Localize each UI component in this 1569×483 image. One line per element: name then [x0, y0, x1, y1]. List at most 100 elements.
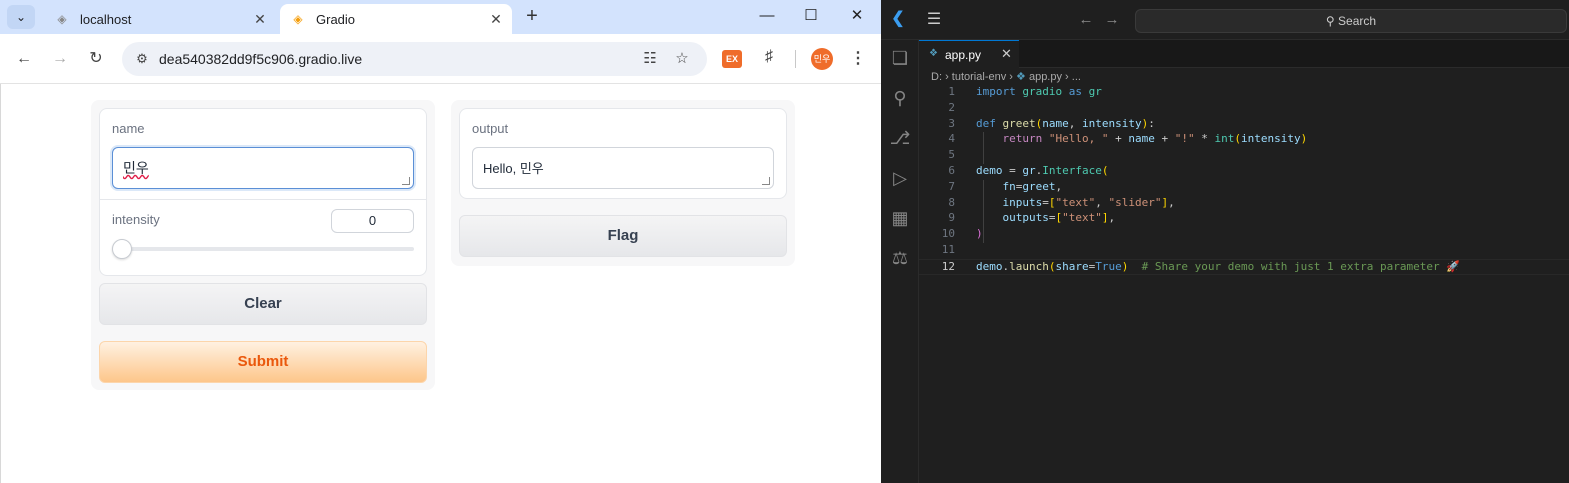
hamburger-menu-icon[interactable]: ☰ [925, 11, 943, 29]
intensity-label: intensity [112, 212, 160, 227]
extension-ex-icon[interactable]: EX [722, 50, 742, 68]
browser-toolbar: ← → ↻ ⚙ dea540382dd9f5c906.gradio.live ☷… [0, 34, 881, 84]
line-number: 8 [948, 195, 955, 209]
new-tab-button[interactable]: + [520, 6, 544, 28]
line-number: 3 [948, 116, 955, 130]
tab-search-button[interactable]: ⌄ [7, 5, 35, 29]
address-bar[interactable]: ⚙ dea540382dd9f5c906.gradio.live ☷ ☆ [122, 42, 707, 76]
submit-button[interactable]: Submit [99, 341, 427, 383]
explorer-icon[interactable]: ❏ [888, 46, 912, 70]
name-input[interactable]: 민우 [112, 147, 414, 189]
tab-app-py[interactable]: ❖ app.py ✕ [919, 40, 1019, 68]
output-label: output [472, 121, 509, 136]
breadcrumb-item[interactable]: tutorial-env [952, 71, 1006, 83]
gradio-favicon-icon: ◈ [57, 12, 67, 26]
menu-kebab-icon[interactable]: ⋮ [848, 48, 868, 70]
site-settings-icon[interactable]: ⚙ [134, 51, 150, 67]
reload-button[interactable]: ↻ [84, 47, 108, 71]
testing-flask-icon[interactable]: ⚖ [888, 246, 912, 270]
code-line[interactable]: 2 [919, 101, 1569, 117]
code-line[interactable]: 6 demo = gr.Interface( [919, 164, 1569, 180]
indent-guide [983, 179, 984, 243]
code-text: def greet(name, intensity): [976, 116, 1155, 130]
profile-avatar[interactable]: 민우 [811, 48, 833, 70]
outputs-column: output Hello, 민우 Flag [451, 100, 795, 266]
run-debug-icon[interactable]: ▷ [888, 166, 912, 190]
line-number: 11 [941, 243, 955, 256]
breadcrumb-item[interactable]: app.py [1029, 71, 1062, 83]
chevron-down-icon: ⌄ [15, 10, 27, 24]
browser-window: ⌄ ◈ localhost ✕ ◈ Gradio ✕ + — ☐ ✕ ← → ↻… [0, 0, 881, 483]
chevron-right-icon: › [1009, 71, 1017, 83]
breadcrumb-item[interactable]: ... [1072, 71, 1081, 83]
code-line[interactable]: 9 outputs=["text"], [919, 211, 1569, 227]
window-close-button[interactable]: ✕ [837, 4, 877, 28]
line-number: 9 [948, 211, 955, 225]
code-text: demo = gr.Interface( [976, 164, 1109, 177]
code-text: demo.launch(share=True) # Share your dem… [976, 259, 1460, 273]
code-line[interactable]: 12 demo.launch(share=True) # Share your d… [919, 258, 1569, 275]
indent-guide [983, 132, 984, 164]
python-file-icon: ❖ [1016, 71, 1026, 83]
tab-title: Gradio [316, 11, 356, 27]
intensity-number-input[interactable]: 0 [331, 209, 414, 233]
inputs-column: name 민우 intensity 0 Clear Submit [91, 100, 435, 390]
tab-strip: ⌄ ◈ localhost ✕ ◈ Gradio ✕ + — ☐ ✕ [0, 0, 881, 34]
search-icon[interactable]: ⚲ [888, 86, 912, 110]
back-button[interactable]: ← [12, 47, 36, 71]
code-line[interactable]: 5 [919, 148, 1569, 164]
close-icon[interactable]: ✕ [486, 11, 506, 28]
line-number: 1 [948, 85, 955, 98]
code-line[interactable]: 11 [919, 243, 1569, 259]
tab-localhost[interactable]: ◈ localhost ✕ [44, 4, 276, 34]
line-number: 7 [948, 179, 955, 193]
extensions-icon[interactable]: ▦ [888, 206, 912, 230]
source-control-icon[interactable]: ⎇ [888, 126, 912, 150]
command-center-search[interactable]: ⚲ Search [1135, 9, 1567, 33]
code-line[interactable]: 4 return "Hello, " + name + "!" * int(in… [919, 132, 1569, 148]
code-line[interactable]: 7 fn=greet, [919, 180, 1569, 196]
close-icon[interactable]: ✕ [250, 11, 270, 28]
code-line[interactable]: 1 import gradio as gr [919, 85, 1569, 101]
search-icon: ⚲ [1325, 14, 1335, 28]
tab-gradio[interactable]: ◈ Gradio ✕ [280, 4, 512, 34]
flag-button[interactable]: Flag [459, 215, 787, 257]
intensity-slider-track[interactable] [122, 247, 414, 251]
line-number: 4 [948, 132, 955, 146]
line-number: 10 [941, 227, 955, 241]
line-number: 5 [948, 148, 955, 162]
bookmark-star-icon[interactable]: ☆ [672, 49, 692, 69]
tab-title: localhost [80, 11, 132, 27]
code-line[interactable]: 3 def greet(name, intensity): [919, 117, 1569, 133]
breadcrumb: D: › tutorial-env › ❖ app.py › ... [931, 70, 1081, 84]
line-number: 6 [948, 164, 955, 177]
code-editor[interactable]: 1 import gradio as gr 2 3 def greet(name, in… [919, 84, 1569, 483]
output-textbox[interactable]: Hello, 민우 [472, 147, 774, 189]
resize-handle-icon[interactable] [762, 177, 770, 185]
intensity-slider-thumb[interactable] [112, 239, 132, 259]
close-icon[interactable]: ✕ [1001, 46, 1012, 62]
code-text: outputs=["text"], [1002, 211, 1116, 225]
search-label: Search [1338, 14, 1377, 28]
code-text: inputs=["text", "slider"], [1002, 195, 1175, 209]
code-line[interactable]: 8 inputs=["text", "slider"], [919, 196, 1569, 212]
activity-bar: ❏ ⚲ ⎇ ▷ ▦ ⚖ [881, 40, 919, 483]
clear-button[interactable]: Clear [99, 283, 427, 325]
gradio-favicon-icon: ◈ [293, 12, 303, 26]
vscode-titlebar: ❮ ☰ ← → ⚲ Search [881, 0, 1569, 40]
back-arrow-icon[interactable]: ← [1077, 11, 1095, 29]
code-line[interactable]: 10) [919, 227, 1569, 243]
forward-button[interactable]: → [48, 47, 72, 71]
extensions-puzzle-icon[interactable]: ♯ [758, 48, 780, 70]
forward-arrow-icon[interactable]: → [1103, 11, 1121, 29]
minimize-button[interactable]: — [747, 4, 787, 28]
code-text: ) [976, 227, 983, 241]
translate-icon[interactable]: ☷ [640, 49, 660, 69]
name-label: name [112, 121, 145, 136]
output-block: output Hello, 민우 [459, 108, 787, 199]
chevron-right-icon: › [945, 71, 952, 83]
maximize-button[interactable]: ☐ [791, 4, 831, 28]
resize-handle-icon[interactable] [402, 177, 410, 185]
code-text: import gradio as gr [976, 85, 1102, 98]
breadcrumb-item[interactable]: D: [931, 71, 942, 83]
